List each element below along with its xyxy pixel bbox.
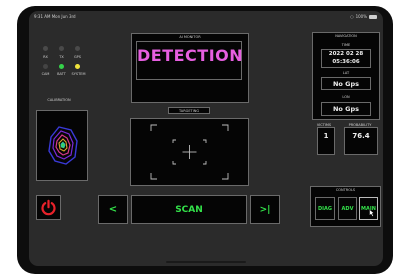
time-label: TIME [341,43,351,47]
system-indicator [75,64,80,69]
ai-monitor-panel: AI MONITOR DETECTION [131,33,249,103]
controls-panel: CONTROLS DIAG ADV MAIN [310,186,381,227]
targeting-button[interactable]: TARGETING [168,107,210,114]
navigation-panel: NAVIGATION TIME 2022 02 28 05:36:06 LAT … [312,32,380,120]
power-button[interactable] [36,195,61,220]
crosshair-icon [150,124,229,180]
rx-indicator [43,46,48,51]
calibration-heatmap [48,126,78,165]
battery-icon [369,14,377,19]
lon-label: LON [342,95,350,99]
navigation-title: NAVIGATION [335,34,357,38]
probability-box: 76.4 [344,127,378,155]
cam-indicator [43,64,48,69]
calibration-title: CALIBRATION [47,98,71,102]
prev-button[interactable]: < [98,195,128,224]
lat-value: No Gps [332,80,360,88]
cam-label: CAM [41,72,50,76]
status-right: ○ 100% [350,14,377,19]
scan-button[interactable]: SCAN [131,195,247,224]
home-indicator [166,261,246,263]
date-value: 2022 02 28 [328,51,364,57]
victims-value: 1 [323,132,329,140]
battery-percent: 100% [355,14,367,19]
batt-label: BATT [57,72,66,76]
lon-value: No Gps [332,105,360,113]
app-screen: 9:31 AM Mon Jun 3rd ○ 100% RX TX GPS CAM… [29,11,383,266]
batt-indicator [59,64,64,69]
lat-label: LAT [342,71,350,75]
rx-label: RX [43,55,48,59]
gps-label: GPS [73,55,82,59]
adv-button[interactable]: ADV [338,197,357,220]
controls-title: CONTROLS [335,188,356,192]
detection-display: DETECTION [136,41,244,80]
tx-label: TX [59,55,64,59]
time-value: 05:36:06 [332,59,360,65]
calibration-display [36,110,88,181]
system-label: SYSTEM [71,72,86,76]
gps-indicator [75,46,80,51]
time-box: 2022 02 28 05:36:06 [321,49,371,68]
diag-button[interactable]: DIAG [315,197,335,220]
lon-box: No Gps [321,102,371,116]
targeting-view [130,118,249,186]
wifi-icon: ○ [350,14,354,19]
probability-value: 76.4 [352,132,370,140]
tx-indicator [59,46,64,51]
lat-box: No Gps [321,77,371,90]
power-icon [41,199,56,216]
victims-box: 1 [317,127,335,155]
ai-monitor-title: AI MONITOR [179,35,201,39]
next-button[interactable]: >| [250,195,280,224]
status-time-date: 9:31 AM Mon Jun 3rd [34,14,76,19]
detection-status-text: DETECTION [137,46,244,65]
cursor-icon [369,209,375,217]
